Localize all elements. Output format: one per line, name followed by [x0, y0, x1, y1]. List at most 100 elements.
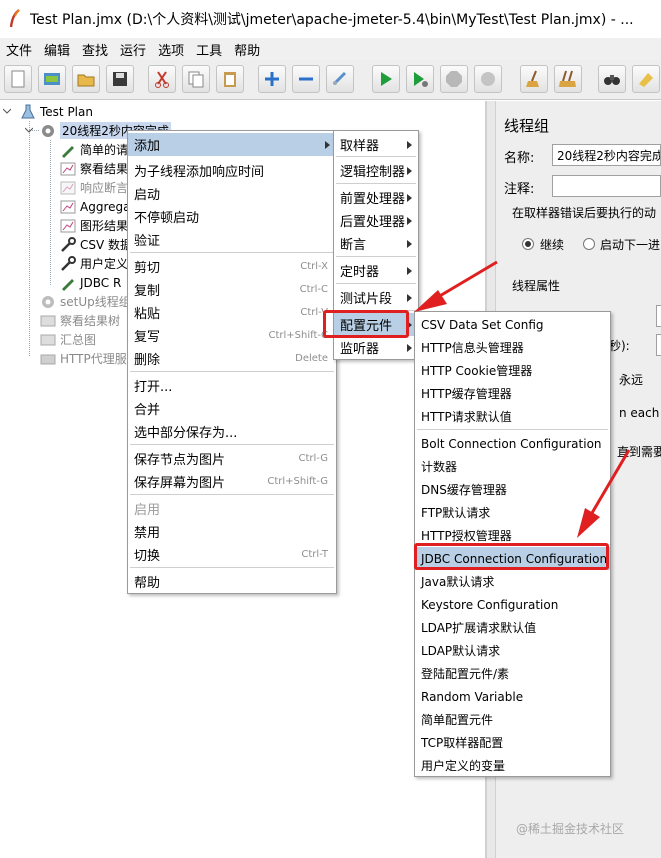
clear-all-button[interactable] [554, 65, 582, 93]
rampup-field[interactable] [656, 334, 661, 356]
next-loop-radio[interactable] [583, 238, 595, 250]
tree-node-child[interactable]: 用户定义 [60, 254, 128, 273]
menu-item-label: 简单配置元件 [421, 713, 494, 727]
continue-radio[interactable] [522, 238, 534, 250]
add-submenu-item[interactable]: 监听器 [334, 336, 418, 359]
context-menu-item[interactable]: 保存屏幕为图片 Ctrl+Shift-G [128, 470, 336, 493]
config-element-item[interactable]: 简单配置元件 [415, 708, 610, 731]
tree-node-child[interactable]: 图形结果 [60, 216, 128, 235]
tree-node-http-proxy[interactable]: HTTP代理服 [40, 349, 127, 368]
context-menu-item[interactable]: 打开... [128, 374, 336, 397]
config-element-item[interactable]: HTTP请求默认值 [415, 405, 610, 428]
collapse-toggle-icon[interactable] [25, 126, 33, 134]
menu-item-label: HTTP缓存管理器 [421, 387, 512, 401]
menu-file[interactable]: 文件 [0, 40, 38, 59]
toggle-icon [332, 71, 347, 86]
add-submenu-item[interactable]: 取样器 [334, 133, 418, 156]
config-element-item[interactable]: HTTP信息头管理器 [415, 336, 610, 359]
name-field[interactable]: 20线程2秒内容完成 [552, 144, 661, 166]
graph-icon [60, 162, 76, 175]
forever-label: 永远 [619, 373, 644, 387]
menu-options[interactable]: 选项 [152, 40, 190, 59]
menu-search[interactable]: 查找 [76, 40, 114, 59]
reset-search-button[interactable] [632, 65, 660, 93]
config-element-item[interactable]: LDAP默认请求 [415, 639, 610, 662]
context-menu-item[interactable]: 选中部分保存为... [128, 420, 336, 443]
start-button[interactable] [372, 65, 400, 93]
context-menu-item[interactable]: 粘贴 Ctrl-V [128, 301, 336, 324]
tree-node-view-results[interactable]: 察看结果树 [40, 311, 120, 330]
collapse-toggle-icon[interactable] [3, 107, 11, 115]
config-element-item[interactable]: Random Variable [415, 685, 610, 708]
gear-icon [42, 124, 54, 137]
start-no-pause-icon [414, 72, 428, 87]
toolbar [0, 60, 661, 100]
tree-node-setup[interactable]: setUp线程组 [40, 292, 131, 311]
config-element-item[interactable]: LDAP扩展请求默认值 [415, 616, 610, 639]
tree-node-child[interactable]: 察看结果 [60, 159, 128, 178]
context-menu-item[interactable]: 验证 [128, 228, 336, 251]
clear-button[interactable] [520, 65, 548, 93]
menu-item-label: 打开... [134, 380, 173, 395]
pen-icon [62, 145, 74, 158]
context-menu-item[interactable]: 不停顿启动 [128, 205, 336, 228]
open-button[interactable] [72, 65, 100, 93]
context-menu-item[interactable]: 合并 [128, 397, 336, 420]
menu-help[interactable]: 帮助 [228, 40, 266, 59]
submenu-arrow-icon [407, 193, 412, 202]
config-element-item[interactable]: 用户定义的变量 [415, 754, 610, 777]
shutdown-button[interactable] [474, 65, 502, 93]
context-menu-item[interactable]: 添加 [128, 133, 336, 156]
new-button[interactable] [4, 65, 32, 93]
stop-button[interactable] [440, 65, 468, 93]
tree-node-child[interactable]: 响应断言 [60, 178, 128, 197]
tree-node-child[interactable]: Aggrega [60, 197, 130, 216]
search-button[interactable] [598, 65, 626, 93]
context-menu-item[interactable]: 复制 Ctrl-C [128, 278, 336, 301]
context-menu-item[interactable]: 复写 Ctrl+Shift-C [128, 324, 336, 347]
context-menu-item[interactable]: 启用 [128, 497, 336, 520]
menu-item-label: 取样器 [340, 139, 380, 154]
start-no-pause-button[interactable] [406, 65, 434, 93]
add-submenu-item[interactable]: 前置处理器 [334, 186, 418, 209]
comment-field[interactable] [552, 175, 661, 197]
context-menu-item[interactable]: 切换 Ctrl-T [128, 543, 336, 566]
config-element-item[interactable]: Java默认请求 [415, 570, 610, 593]
name-label: 名称: [504, 151, 535, 166]
collapse-button[interactable] [292, 65, 320, 93]
context-menu-item[interactable]: 剪切 Ctrl-X [128, 255, 336, 278]
templates-button[interactable] [38, 65, 66, 93]
expand-button[interactable] [258, 65, 286, 93]
tree-node-summary-graph[interactable]: 汇总图 [40, 330, 96, 349]
context-menu-item[interactable]: 保存节点为图片 Ctrl-G [128, 447, 336, 470]
config-element-item[interactable]: 登陆配置元件/素 [415, 662, 610, 685]
collapse-icon [299, 77, 313, 81]
menu-tools[interactable]: 工具 [190, 40, 228, 59]
add-submenu-item[interactable]: 逻辑控制器 [334, 159, 418, 182]
copy-button[interactable] [182, 65, 210, 93]
tree-node-child[interactable]: CSV 数据 [60, 235, 132, 254]
menu-item-label: 删除 [134, 353, 161, 368]
submenu-arrow-icon [407, 239, 412, 248]
add-submenu-item[interactable]: 后置处理器 [334, 209, 418, 232]
menu-run[interactable]: 运行 [114, 40, 152, 59]
config-element-item[interactable]: HTTP Cookie管理器 [415, 359, 610, 382]
save-button[interactable] [106, 65, 134, 93]
threads-field[interactable] [656, 305, 661, 327]
config-element-item[interactable]: TCP取样器配置 [415, 731, 610, 754]
menu-edit[interactable]: 编辑 [38, 40, 76, 59]
config-element-item[interactable]: Keystore Configuration [415, 593, 610, 616]
cut-button[interactable] [148, 65, 176, 93]
context-menu-item[interactable]: 为子线程添加响应时间 [128, 159, 336, 182]
tree-node-child[interactable]: JDBC R [60, 273, 121, 292]
menu-bar: 文件 编辑 查找 运行 选项 工具 帮助 [0, 38, 661, 60]
tree-node-test-plan[interactable]: Test Plan [20, 102, 93, 121]
config-element-item[interactable]: HTTP缓存管理器 [415, 382, 610, 405]
paste-button[interactable] [216, 65, 244, 93]
context-menu-item[interactable]: 启动 [128, 182, 336, 205]
context-menu-item[interactable]: 删除 Delete [128, 347, 336, 370]
toggle-button[interactable] [326, 65, 354, 93]
context-menu-item[interactable]: 帮助 [128, 570, 336, 593]
context-menu-item[interactable]: 禁用 [128, 520, 336, 543]
tree-node-child[interactable]: 简单的请 [60, 140, 128, 159]
